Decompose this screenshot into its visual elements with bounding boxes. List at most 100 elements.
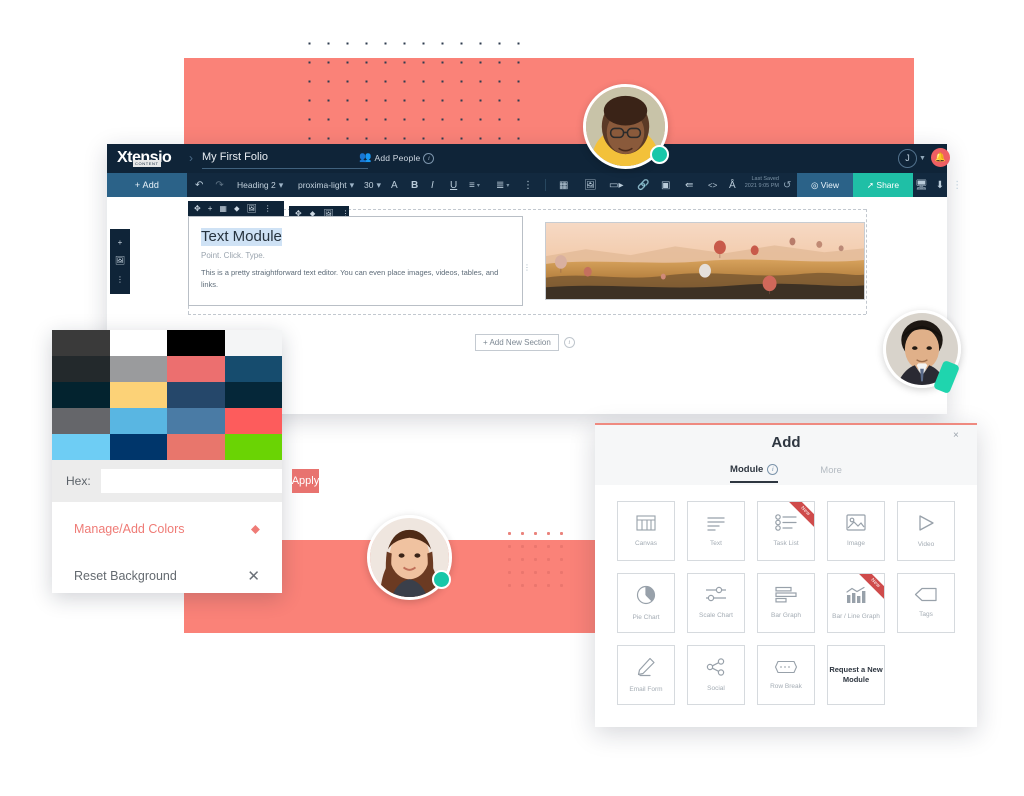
- undo-icon[interactable]: ↶: [195, 180, 203, 191]
- module-tile-request-a-new-module[interactable]: Request a New Module: [827, 645, 885, 705]
- text-module-subheading[interactable]: Point. Click. Type.: [201, 251, 510, 260]
- image-icon[interactable]: 🖼: [247, 205, 257, 213]
- add-module-button[interactable]: + Add: [107, 173, 187, 197]
- section-guide-bottom: [188, 314, 866, 315]
- module-tile-video[interactable]: Video: [897, 501, 955, 561]
- font-size-select[interactable]: 30 ▾: [364, 173, 381, 197]
- image-module[interactable]: [545, 222, 865, 300]
- droplet-icon[interactable]: ⬥: [234, 205, 240, 213]
- color-swatch[interactable]: [167, 382, 225, 408]
- version-history-icon[interactable]: ↺: [783, 180, 791, 191]
- module-tile-bar-line-graph[interactable]: Bar / Line Graph New: [827, 573, 885, 633]
- list-menu[interactable]: ≣ ▾: [496, 173, 509, 197]
- hex-input[interactable]: [100, 469, 282, 493]
- insert-code-button[interactable]: <>: [708, 173, 717, 197]
- more-icon[interactable]: ⋮: [264, 205, 272, 213]
- color-swatch[interactable]: [224, 330, 282, 356]
- color-swatch[interactable]: [109, 434, 167, 460]
- color-swatch-grid[interactable]: [52, 330, 282, 460]
- module-tile-social[interactable]: Social: [687, 645, 745, 705]
- add-icon[interactable]: +: [118, 239, 123, 247]
- insert-video-button[interactable]: ▭▸: [609, 173, 623, 197]
- insert-embed-button[interactable]: ▣: [661, 173, 670, 197]
- image-icon[interactable]: 🖼: [115, 257, 125, 265]
- add-new-section[interactable]: + Add New Section i: [475, 332, 575, 352]
- tab-more[interactable]: More: [820, 461, 842, 483]
- more-icon[interactable]: ⋮: [116, 275, 124, 284]
- share-button[interactable]: ➚ Share: [853, 173, 913, 197]
- color-swatch[interactable]: [52, 330, 110, 356]
- color-swatch[interactable]: [224, 434, 282, 460]
- text-color-button[interactable]: A: [391, 173, 398, 197]
- tab-module[interactable]: Module i: [730, 461, 779, 483]
- manage-add-colors-row[interactable]: Manage/Add Colors ⬥: [52, 506, 282, 551]
- font-family-select[interactable]: proxima-light ▾: [298, 173, 354, 197]
- grid-icon[interactable]: ▦: [219, 205, 227, 213]
- text-module-heading[interactable]: Text Module: [201, 228, 282, 246]
- info-icon[interactable]: i: [563, 336, 575, 348]
- more-format-button[interactable]: ⋮: [523, 173, 533, 197]
- pencil-icon: [636, 657, 656, 682]
- insert-link-button[interactable]: 🔗: [637, 173, 649, 197]
- module-tile-row-break[interactable]: Row Break: [757, 645, 815, 705]
- canvas-left-rail[interactable]: + 🖼 ⋮: [110, 229, 130, 294]
- apply-button[interactable]: Apply: [291, 469, 320, 493]
- color-swatch[interactable]: [167, 434, 225, 460]
- text-module[interactable]: Text Module Point. Click. Type. This is …: [188, 216, 523, 306]
- close-icon[interactable]: ×: [953, 430, 959, 441]
- color-swatch[interactable]: [167, 356, 225, 382]
- module-tile-text[interactable]: Text: [687, 501, 745, 561]
- last-saved-line-2: 2021 9:05 PM: [744, 183, 779, 189]
- app-logo[interactable]: Xtensio CONTENT: [117, 149, 187, 169]
- insert-table-button[interactable]: ▦: [559, 173, 568, 197]
- color-swatch[interactable]: [109, 382, 167, 408]
- module-toolbar-primary[interactable]: ✥ + ▦ ⬥ 🖼 ⋮: [188, 201, 284, 217]
- align-menu[interactable]: ≡ ▾: [469, 173, 480, 197]
- module-resize-handle[interactable]: ⋮: [523, 257, 531, 279]
- module-tile-pie-chart[interactable]: Pie Chart: [617, 573, 675, 633]
- info-icon[interactable]: i: [423, 152, 435, 164]
- image-icon: 🖼: [584, 179, 597, 191]
- view-button[interactable]: ◎ View: [797, 173, 853, 197]
- present-icon[interactable]: 🖥: [915, 180, 928, 191]
- add-people-button[interactable]: 👥 Add People i: [359, 150, 435, 166]
- color-swatch[interactable]: [224, 356, 282, 382]
- info-icon[interactable]: i: [767, 463, 779, 475]
- color-swatch[interactable]: [52, 382, 110, 408]
- color-swatch[interactable]: [224, 382, 282, 408]
- add-icon[interactable]: +: [208, 205, 213, 213]
- underline-button[interactable]: U: [450, 173, 457, 197]
- insert-image-button[interactable]: 🖼: [584, 173, 597, 197]
- color-swatch[interactable]: [167, 330, 225, 356]
- color-swatch[interactable]: [52, 434, 110, 460]
- text-module-body[interactable]: This is a pretty straightforward text ed…: [201, 267, 510, 291]
- paragraph-style-select[interactable]: Heading 2 ▾: [237, 173, 283, 197]
- module-tile-email-form[interactable]: Email Form: [617, 645, 675, 705]
- color-swatch[interactable]: [52, 356, 110, 382]
- bold-button[interactable]: B: [411, 173, 418, 197]
- module-tile-bar-graph[interactable]: Bar Graph: [757, 573, 815, 633]
- color-swatch[interactable]: [109, 408, 167, 434]
- add-new-section-button[interactable]: + Add New Section: [475, 333, 559, 351]
- color-swatch[interactable]: [52, 408, 110, 434]
- redo-icon[interactable]: ↷: [215, 180, 223, 191]
- italic-button[interactable]: I: [431, 173, 434, 197]
- color-swatch[interactable]: [109, 330, 167, 356]
- module-tile-canvas[interactable]: Canvas: [617, 501, 675, 561]
- overflow-icon[interactable]: ⋮: [952, 180, 962, 191]
- document-title-input[interactable]: My First Folio: [202, 149, 368, 169]
- module-tile-image[interactable]: Image: [827, 501, 885, 561]
- module-grid: Canvas Text Task List New Image Video Pie Char…: [617, 501, 955, 705]
- notifications-bell-icon[interactable]: 🔔: [931, 148, 950, 167]
- module-tile-task-list[interactable]: Task List New: [757, 501, 815, 561]
- reset-background-row[interactable]: Reset Background ✕: [52, 553, 282, 598]
- color-swatch[interactable]: [167, 408, 225, 434]
- insert-share-node-button[interactable]: ⇚: [685, 173, 693, 197]
- user-menu[interactable]: J ▼: [898, 149, 926, 168]
- move-icon[interactable]: ✥: [194, 205, 201, 213]
- color-swatch[interactable]: [109, 356, 167, 382]
- color-swatch[interactable]: [224, 408, 282, 434]
- module-tile-tags[interactable]: Tags: [897, 573, 955, 633]
- module-tile-scale-chart[interactable]: Scale Chart: [687, 573, 745, 633]
- download-icon[interactable]: ⬇: [936, 180, 944, 191]
